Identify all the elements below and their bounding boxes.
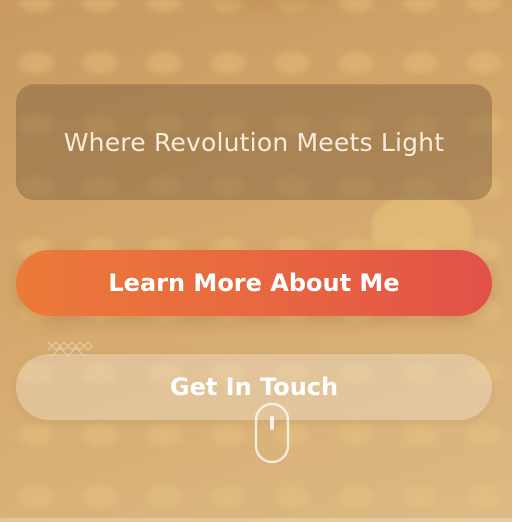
tagline-text: Where Revolution Meets Light xyxy=(63,127,445,157)
bottom-divider xyxy=(0,518,512,522)
mouse-scroll-icon[interactable] xyxy=(254,402,290,464)
get-in-touch-button-label: Get In Touch xyxy=(169,373,339,401)
learn-more-button[interactable]: Learn More About Me xyxy=(16,250,492,316)
tagline-card: Where Revolution Meets Light xyxy=(16,84,492,200)
learn-more-button-label: Learn More About Me xyxy=(108,269,400,297)
